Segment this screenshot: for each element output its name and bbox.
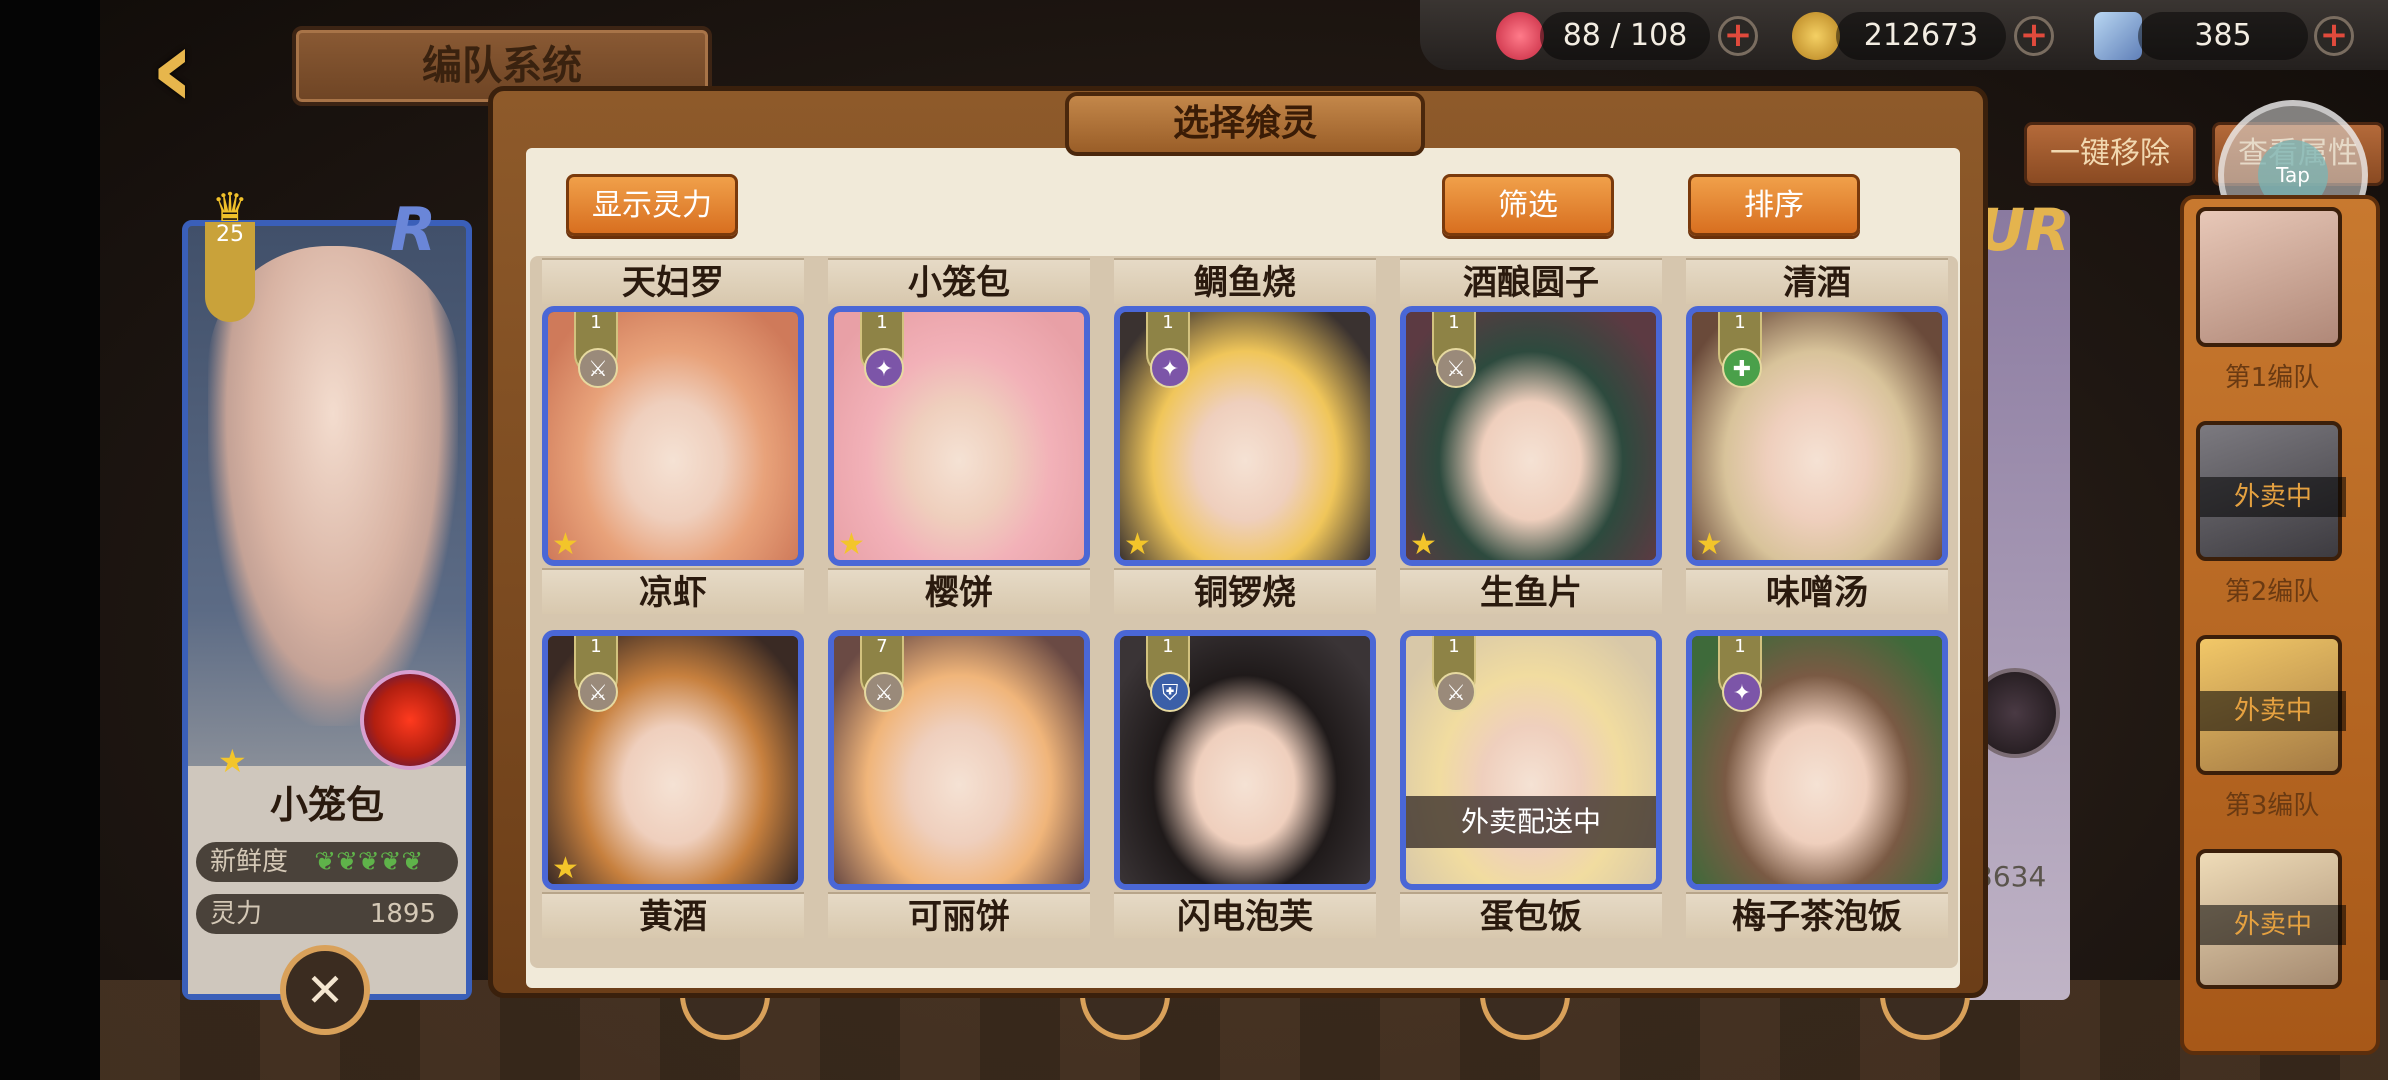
team-4-status: 外卖中: [2200, 905, 2346, 945]
character-grid: 天妇罗 小笼包 鲷鱼烧 酒酿圆子 清酒 1 ⚔ ★ 凉虾 1 ✦ ★ 樱饼 1 ✦ ★ 铜锣烧 1 ⚔ ★ 生鱼片 1 ✚ ★…: [530, 256, 1958, 968]
character-card[interactable]: 1 ✦ ★: [1114, 306, 1376, 566]
level-value: 1: [590, 636, 602, 657]
team-2-label: 第2编队: [2224, 577, 2320, 607]
sword-role-icon: ⚔: [1436, 348, 1476, 388]
character-name-label: 凉虾: [542, 568, 804, 614]
magic-role-icon: ✦: [1150, 348, 1190, 388]
magic-role-icon: ✦: [864, 348, 904, 388]
team-3-label: 第3编队: [2224, 791, 2320, 821]
character-name-label: 酒酿圆子: [1400, 258, 1662, 304]
add-coin-button[interactable]: +: [2014, 16, 2054, 56]
character-portrait: [208, 246, 458, 726]
level-value: 1: [876, 312, 888, 333]
add-crystal-button[interactable]: +: [2314, 16, 2354, 56]
magic-role-icon: ✦: [1722, 672, 1762, 712]
level-ribbon: 25: [205, 222, 255, 322]
power-row: 灵力 1895: [196, 894, 458, 934]
character-card[interactable]: 1 ✦: [1686, 630, 1948, 890]
modal-title: 选择飨灵: [1065, 92, 1425, 156]
level-value: 25: [216, 222, 244, 247]
team-3-status: 外卖中: [2200, 691, 2346, 731]
star-icon: ★: [218, 742, 247, 780]
rank-badge: R: [390, 195, 437, 265]
level-value: 1: [1734, 636, 1746, 657]
heal-role-icon: ✚: [1722, 348, 1762, 388]
add-stamina-button[interactable]: +: [1718, 16, 1758, 56]
filter-button[interactable]: 筛选: [1442, 174, 1614, 236]
sort-button[interactable]: 排序: [1688, 174, 1860, 236]
coin-value: 212673: [1836, 12, 2006, 60]
team-2-thumbnail[interactable]: 外卖中: [2196, 421, 2346, 561]
character-name-label: 味噌汤: [1686, 568, 1948, 614]
character-name-label: 小笼包: [828, 258, 1090, 304]
star-icon: ★: [1696, 527, 1723, 562]
sword-role-icon: ⚔: [578, 672, 618, 712]
character-name-label: 蛋包饭: [1400, 892, 1662, 938]
shield-role-icon: ⛨: [1150, 672, 1190, 712]
crystal-value: 385: [2138, 12, 2308, 60]
crystal-icon: [2094, 12, 2142, 60]
remove-all-button[interactable]: 一键移除: [2024, 122, 2196, 186]
character-name-label: 生鱼片: [1400, 568, 1662, 614]
star-icon: ★: [1124, 527, 1151, 562]
heart-icon: [1496, 12, 1544, 60]
character-name-label: 樱饼: [828, 568, 1090, 614]
team-4-thumbnail[interactable]: 外卖中: [2196, 849, 2346, 989]
character-name-label: 清酒: [1686, 258, 1948, 304]
level-value: 7: [876, 636, 888, 657]
level-value: 1: [1162, 636, 1174, 657]
left-edge-strip: [0, 0, 100, 1080]
sword-role-icon: ⚔: [864, 672, 904, 712]
level-value: 1: [1448, 636, 1460, 657]
character-name-label: 黄酒: [542, 892, 804, 938]
power-label: 灵力: [210, 899, 263, 929]
selected-character-card[interactable]: 小笼包 新鲜度 ❦❦❦❦❦ 灵力 1895: [182, 220, 472, 1000]
team-1-thumbnail[interactable]: [2196, 207, 2342, 347]
character-name-label: 铜锣烧: [1114, 568, 1376, 614]
power-value: 1895: [369, 899, 436, 929]
character-name-label: 梅子茶泡饭: [1686, 892, 1948, 938]
stamina-value: 88 / 108: [1540, 12, 1710, 60]
star-icon: ★: [552, 851, 579, 886]
character-name-label: 天妇罗: [542, 258, 804, 304]
character-name-label: 闪电泡芙: [1114, 892, 1376, 938]
team-2-status: 外卖中: [2200, 477, 2346, 517]
character-card[interactable]: 1 ⚔ ★: [542, 630, 804, 890]
character-card[interactable]: 1 ⛨: [1114, 630, 1376, 890]
character-name-label: 鲷鱼烧: [1114, 258, 1376, 304]
character-card[interactable]: 1 ✚ ★: [1686, 306, 1948, 566]
freshness-label: 新鲜度: [210, 847, 289, 877]
delivery-status: 外卖配送中: [1406, 796, 1656, 848]
sword-role-icon: ⚔: [578, 348, 618, 388]
team-sidebar: 第1编队 外卖中 第2编队 外卖中 第3编队 外卖中: [2180, 195, 2380, 1055]
character-card[interactable]: 1 ⚔ ★: [1400, 306, 1662, 566]
fire-skill-icon[interactable]: [360, 670, 460, 770]
fork-knife-button[interactable]: ✕: [280, 945, 370, 1035]
level-value: 1: [1734, 312, 1746, 333]
ur-power-value: 3634: [1975, 860, 2047, 893]
character-name: 小笼包: [269, 783, 384, 827]
level-value: 1: [590, 312, 602, 333]
back-button[interactable]: ‹: [150, 13, 260, 123]
character-card[interactable]: 7 ⚔: [828, 630, 1090, 890]
star-icon: ★: [838, 527, 865, 562]
freshness-row: 新鲜度 ❦❦❦❦❦: [196, 842, 458, 882]
team-1-label: 第1编队: [2224, 363, 2320, 393]
ur-rank-badge: UR: [1978, 196, 2070, 264]
level-value: 1: [1448, 312, 1460, 333]
character-name-label: 可丽饼: [828, 892, 1090, 938]
character-card[interactable]: 1 ⚔ ★: [542, 306, 804, 566]
character-card[interactable]: 1 ✦ ★: [828, 306, 1090, 566]
show-power-button[interactable]: 显示灵力: [566, 174, 738, 236]
character-card[interactable]: 1 ⚔ 外卖配送中: [1400, 630, 1662, 890]
star-icon: ★: [1410, 527, 1437, 562]
level-value: 1: [1162, 312, 1174, 333]
team-3-thumbnail[interactable]: 外卖中: [2196, 635, 2346, 775]
coin-icon: [1792, 12, 1840, 60]
sword-role-icon: ⚔: [1436, 672, 1476, 712]
freshness-leaves-icon: ❦❦❦❦❦: [314, 847, 424, 877]
star-icon: ★: [552, 527, 579, 562]
